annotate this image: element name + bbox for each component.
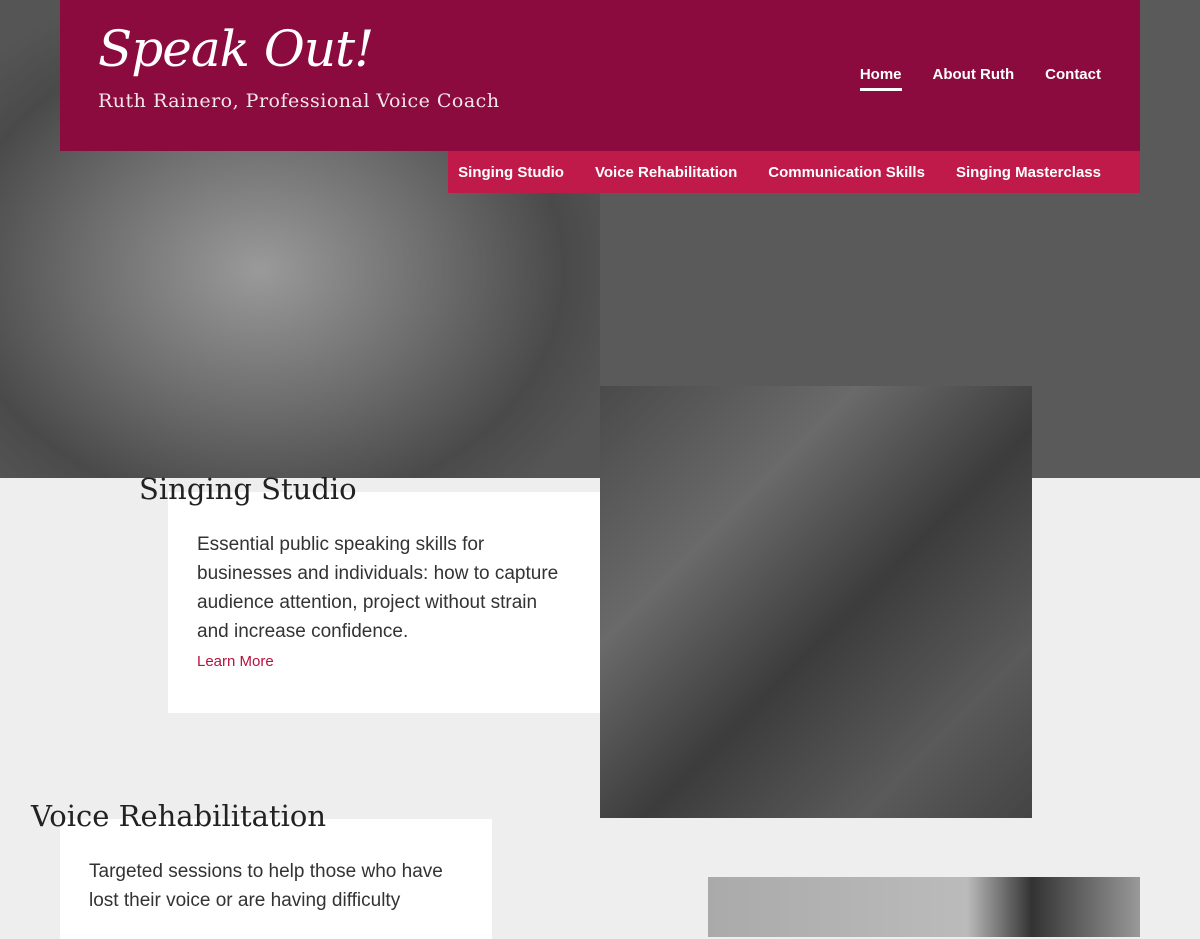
section-text: Essential public speaking skills for bus… (197, 534, 559, 642)
nav-singing-masterclass[interactable]: Singing Masterclass (956, 164, 1101, 181)
site-header: Speak Out! Ruth Rainero, Professional Vo… (60, 0, 1140, 151)
nav-communication-skills[interactable]: Communication Skills (768, 164, 925, 181)
services-nav: Singing Studio Voice Rehabilitation Comm… (448, 151, 1140, 193)
nav-singing-studio[interactable]: Singing Studio (458, 164, 564, 181)
nav-about-ruth[interactable]: About Ruth (933, 66, 1015, 91)
section-title: Voice Rehabilitation (31, 799, 326, 833)
site-tagline: Ruth Rainero, Professional Voice Coach (98, 90, 500, 112)
site-logo[interactable]: Speak Out! (98, 20, 374, 78)
section-text: Targeted sessions to help those who have… (89, 861, 443, 911)
voice-rehabilitation-photo (708, 877, 1140, 937)
nav-home[interactable]: Home (859, 66, 902, 91)
singing-studio-photo (600, 386, 1032, 818)
learn-more-link[interactable]: Learn More (197, 653, 274, 670)
nav-voice-rehabilitation[interactable]: Voice Rehabilitation (595, 164, 737, 181)
top-nav: Home About Ruth Contact (859, 66, 1101, 91)
section-title: Singing Studio (139, 472, 357, 506)
nav-contact[interactable]: Contact (1045, 66, 1101, 91)
